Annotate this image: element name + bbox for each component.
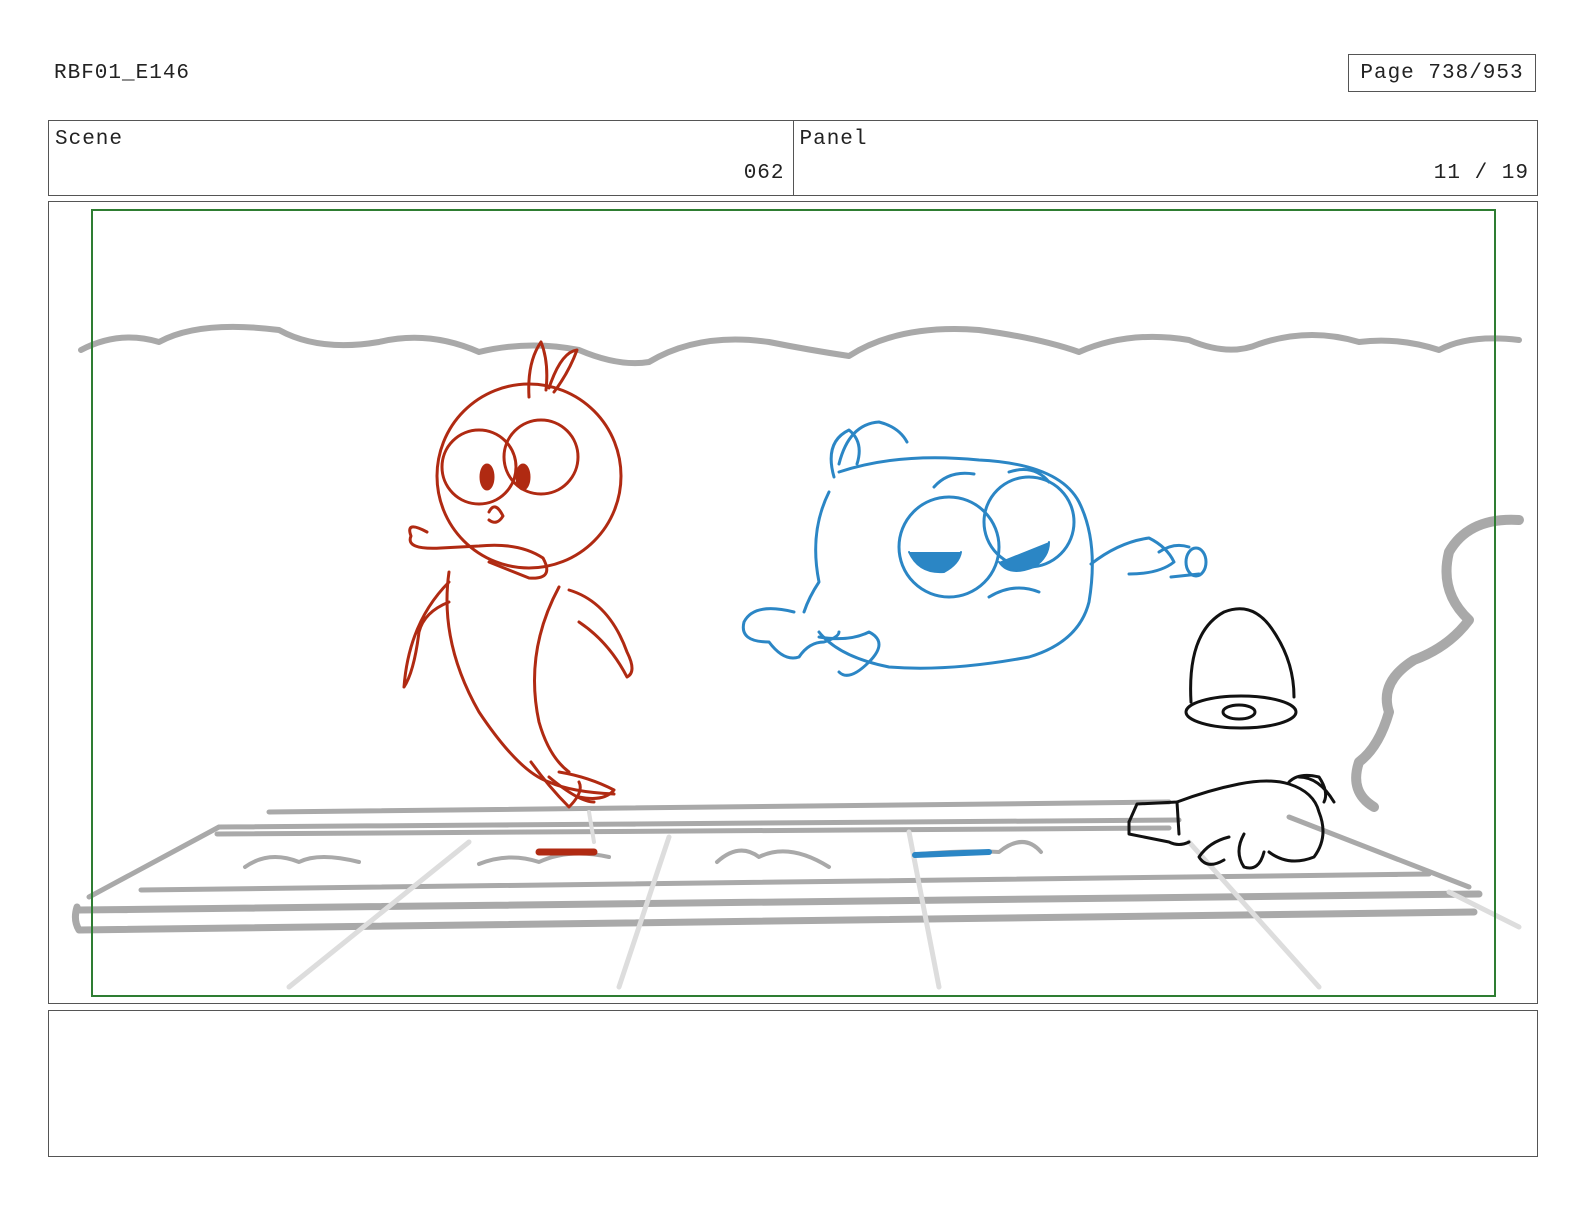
page-indicator: Page 738/953: [1348, 54, 1536, 92]
background-cloud-line: [78, 323, 1522, 367]
table-back-edge: [214, 799, 1182, 837]
stand-line: [587, 810, 596, 844]
scene-label: Scene: [55, 128, 124, 151]
panel-number: 11 / 19: [1433, 162, 1529, 185]
document-id: RBF01_E146: [54, 62, 191, 85]
panel-label: Panel: [799, 128, 868, 151]
blue-character: [741, 420, 1208, 677]
scene-panel-info: Scene 062 Panel 11 / 19: [48, 120, 1538, 196]
scene-number: 062: [743, 162, 785, 185]
storyboard-sketch: [71, 323, 1524, 990]
red-character: [402, 340, 634, 809]
table-front-edge: [71, 890, 1483, 934]
storyboard-frame: [48, 201, 1538, 1004]
blue-button-mark: [912, 849, 992, 858]
background-cloud-right: [1351, 514, 1524, 812]
notes-box: [48, 1010, 1538, 1157]
scene-cell: Scene 062: [49, 121, 793, 195]
panel-cell: Panel 11 / 19: [792, 121, 1538, 195]
table-legs: [286, 829, 1522, 990]
